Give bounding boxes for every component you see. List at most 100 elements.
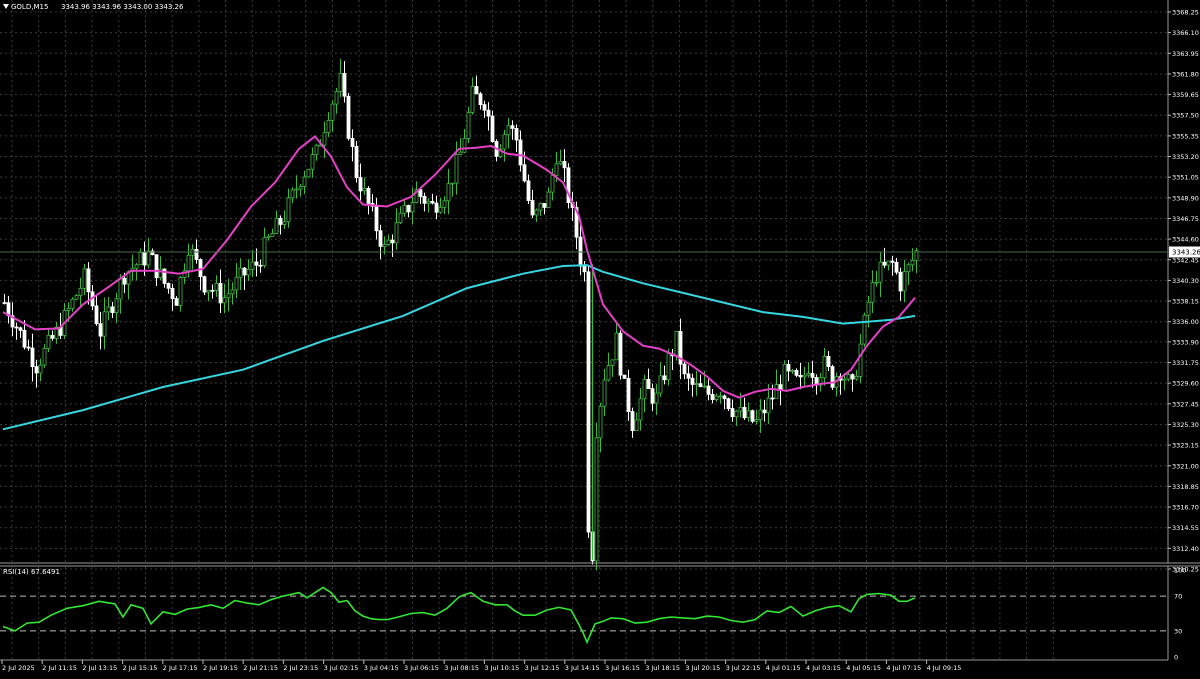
candle-body-bear (418, 189, 423, 197)
candle-body-bull (534, 209, 539, 216)
candle-body-bull (734, 410, 739, 418)
candle-body-bull (186, 254, 191, 272)
candle-body-bear (22, 329, 27, 348)
candle-body-bull (302, 176, 307, 187)
candle-body-bear (618, 332, 623, 376)
time-tick-label: 2 Jul 13:15 (82, 664, 117, 672)
time-tick-label: 2 Jul 23:15 (283, 664, 318, 672)
time-tick-label: 3 Jul 12:15 (525, 664, 560, 672)
candle-body-bull (718, 395, 723, 398)
candle (622, 374, 627, 379)
candle-body-bear (434, 202, 439, 213)
price-tick-label: 3357.50 (1172, 112, 1199, 120)
candle-body-bull (550, 174, 555, 193)
candle-body-bear (706, 385, 711, 395)
candle-body-bull (874, 281, 879, 284)
candle (862, 312, 867, 347)
candle-body-bull (78, 287, 83, 296)
candle-body-bull (314, 144, 319, 155)
candle-body-bear (630, 411, 635, 431)
time-tick-label: 3 Jul 14:15 (565, 664, 600, 672)
candle-body-bear (626, 378, 631, 412)
candle-body-bull (902, 271, 907, 292)
candle-body-bear (346, 95, 351, 139)
candle (354, 141, 359, 183)
candle-body-bull (398, 212, 403, 224)
time-tick-label: 3 Jul 18:15 (645, 664, 680, 672)
candle-body-bear (30, 347, 35, 368)
candle-body-bull (394, 222, 399, 244)
candle-body-bear (354, 146, 359, 178)
candle-body-bull (506, 125, 511, 136)
candle-body-bear (530, 200, 535, 216)
candle-body-bear (850, 374, 855, 380)
candle-body-bull (114, 298, 119, 313)
price-tick-label: 3316.70 (1172, 504, 1199, 512)
candle-body-bear (882, 261, 887, 266)
candle-body-bear (478, 93, 483, 106)
candle-body-bull (754, 419, 759, 422)
candle (306, 168, 311, 178)
candle-body-bull (458, 151, 463, 155)
time-tick-label: 4 Jul 01:15 (766, 664, 801, 672)
candle-body-bear (690, 377, 695, 385)
price-tick-label: 3348.90 (1172, 194, 1199, 202)
candle-body-bull (766, 397, 771, 414)
candle-body-bear (798, 374, 803, 378)
candle-body-bull (178, 277, 183, 306)
price-tick-label: 3323.15 (1172, 442, 1199, 450)
candle-body-bull (230, 289, 235, 295)
candle-body-bear (474, 86, 479, 95)
chart-canvas[interactable]: 3343.26 3368.253366.103363.953361.803359… (0, 0, 1200, 675)
candle-body-bull (286, 197, 291, 223)
candle-body-bear (86, 268, 91, 293)
candle-body-bull (654, 392, 659, 404)
candle-body-bear (342, 73, 347, 97)
time-tick-label: 2 Jul 17:15 (163, 664, 198, 672)
candle-body-bear (110, 306, 115, 313)
candle-body-bear (202, 276, 207, 293)
candle-body-bull (866, 301, 871, 316)
candle-body-bear (490, 115, 495, 142)
candle-body-bear (430, 201, 435, 204)
candle-body-bull (554, 163, 559, 176)
candle-body-bull (910, 259, 915, 266)
candle-body-bear (826, 356, 831, 367)
time-tick-label: 4 Jul 03:15 (806, 664, 841, 672)
candle-body-bear (358, 177, 363, 192)
candle-body-bear (586, 271, 591, 533)
candle-body-bull (442, 200, 447, 208)
candle-body-bull (878, 261, 883, 283)
candle-body-bear (750, 410, 755, 422)
candle-body-bear (350, 137, 355, 147)
candle-body-bear (254, 261, 259, 266)
price-tick-label: 3314.55 (1172, 524, 1199, 532)
candle-body-bear (786, 363, 791, 372)
candle-body-bull (334, 90, 339, 105)
candle-body-bull (454, 154, 459, 184)
candle-body-bear (730, 408, 735, 418)
candle-body-bull (306, 168, 311, 178)
price-tick-label: 3368.25 (1172, 9, 1199, 17)
candle-body-bear (374, 205, 379, 232)
candle-body-bear (698, 383, 703, 387)
candle (830, 364, 835, 391)
candle (618, 330, 623, 380)
ohlc-values: 3343.96 3343.96 3343.00 3343.26 (61, 3, 184, 11)
candle-body-bear (646, 379, 651, 390)
candle-body-bear (174, 298, 179, 306)
time-tick-label: 2 Jul 2025 (2, 664, 35, 672)
candle-body-bear (50, 335, 55, 339)
candle-body-bull (538, 203, 543, 211)
price-tick-label: 3361.80 (1172, 70, 1199, 78)
candle (466, 106, 471, 144)
candle-body-bull (326, 119, 331, 134)
candle-body-bull (462, 138, 467, 153)
candle-body-bull (322, 132, 327, 146)
candle-body-bear (154, 254, 159, 279)
candle-body-bull (66, 307, 71, 311)
trading-chart-window[interactable]: 3343.26 3368.25 3366.10 3363.95 3361.80 3359… (0, 0, 1200, 675)
candle-body-bear (258, 264, 263, 267)
candle-body-bear (166, 283, 171, 289)
candle-body-bear (94, 305, 99, 325)
